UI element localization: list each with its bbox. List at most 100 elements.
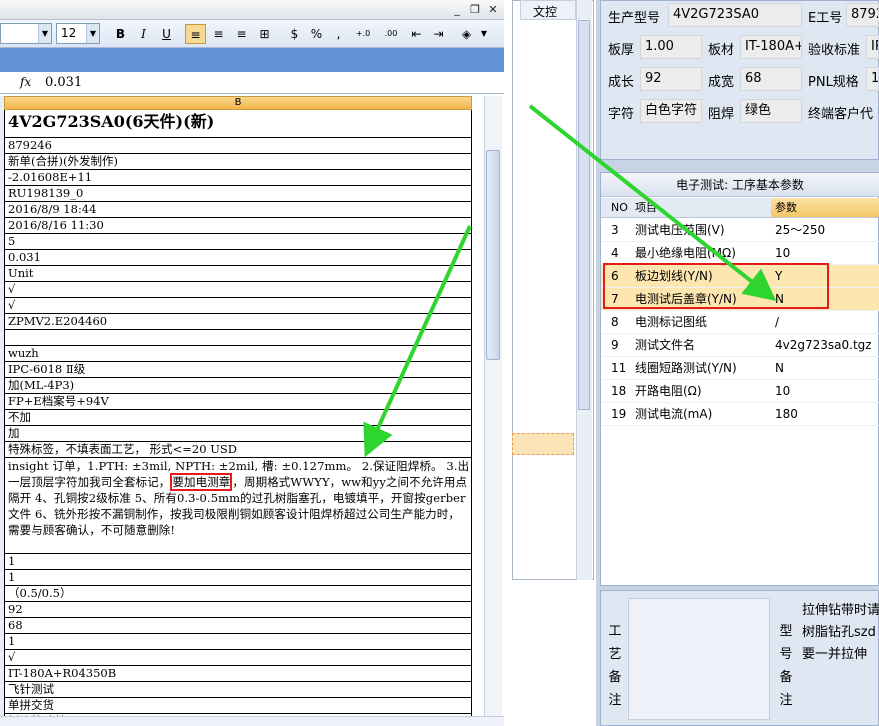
underline-button[interactable]: U xyxy=(156,24,177,44)
middle-selected-row[interactable] xyxy=(512,433,574,455)
sheet-cell[interactable]: RU198139_0 xyxy=(4,186,472,202)
sheet-cell[interactable]: 加(ML-4P3) xyxy=(4,378,472,394)
sheet-cell[interactable]: √ xyxy=(4,298,472,314)
sheet-cell[interactable] xyxy=(4,330,472,346)
params-row[interactable]: 18 开路电阻(Ω) 10 xyxy=(601,380,879,403)
sheet-cell[interactable]: 879246 xyxy=(4,138,472,154)
scrollbar-thumb[interactable] xyxy=(486,150,500,360)
sheet-cell[interactable]: √ xyxy=(4,282,472,298)
field-pnl[interactable]: 1 xyxy=(866,67,879,91)
sheet-cell[interactable]: Unit xyxy=(4,266,472,282)
align-left-button[interactable]: ≡ xyxy=(185,24,206,44)
decrease-indent-button[interactable]: ⇤ xyxy=(406,24,427,44)
fill-color-dropdown-icon[interactable]: ▼ xyxy=(478,24,490,44)
increase-decimal-button[interactable]: +.0 .00 xyxy=(350,24,376,58)
param-item: 测试文件名 xyxy=(635,338,696,352)
italic-button[interactable]: I xyxy=(133,24,154,44)
process-notes-box[interactable] xyxy=(628,598,770,720)
sheet-cell[interactable]: 0.031 xyxy=(4,250,472,266)
field-model[interactable]: 4V2G723SA0 xyxy=(668,3,802,27)
formula-input[interactable]: 0.031 xyxy=(45,75,82,90)
sheet-cell[interactable]: 68 xyxy=(4,618,472,634)
font-name-combo[interactable]: ▼ xyxy=(0,23,52,44)
middle-header[interactable]: 文控 xyxy=(520,0,576,20)
field-material[interactable]: IT-180A+ xyxy=(740,35,802,59)
ribbon-band xyxy=(0,48,504,72)
sheet-cell[interactable]: 不加 xyxy=(4,410,472,426)
param-value: / xyxy=(775,315,780,329)
column-header-b[interactable]: B xyxy=(4,96,472,110)
field-acceptance[interactable]: IP xyxy=(866,35,879,59)
sheet-cell[interactable]: 新单(合拼)(外发制作) xyxy=(4,154,472,170)
label-customer: 终端客户代 xyxy=(808,107,874,122)
header-item[interactable]: 项目 xyxy=(635,198,657,218)
percent-button[interactable]: % xyxy=(306,24,327,44)
close-button[interactable]: ✕ xyxy=(484,1,502,18)
field-eno[interactable]: 8792 xyxy=(846,3,879,27)
sheet-cell[interactable]: FP+E档案号+94V xyxy=(4,394,472,410)
restore-button[interactable]: ❐ xyxy=(466,1,484,18)
param-no: 11 xyxy=(611,361,627,375)
params-row[interactable]: 4 最小绝缘电阻(MΩ) 10 xyxy=(601,242,879,265)
middle-scrollbar-thumb[interactable] xyxy=(578,20,590,410)
comma-button[interactable]: , xyxy=(328,24,349,44)
font-size-combo[interactable]: 12 ▼ xyxy=(56,23,100,44)
label-thickness: 板厚 xyxy=(608,43,635,58)
increase-indent-button[interactable]: ⇥ xyxy=(428,24,449,44)
sheet-cell[interactable]: 4V2G723SA0(6天件)(新) xyxy=(4,110,472,138)
model-notes-text[interactable]: 拉伸钻带时请 树脂钻孔szd 要一并拉伸 xyxy=(802,600,879,666)
param-value: N xyxy=(775,361,784,375)
sheet-cell[interactable]: 1 xyxy=(4,570,472,586)
sheet-cell[interactable]: 1 xyxy=(4,634,472,650)
fill-color-icon[interactable]: ◈ xyxy=(456,24,477,44)
sheet-cell[interactable]: IT-180A+R04350B xyxy=(4,666,472,682)
bold-button[interactable]: B xyxy=(110,24,131,44)
sheet-cell[interactable]: √ xyxy=(4,650,472,666)
sheet-cell[interactable]: insight 订单，1.PTH: ±3mil, NPTH: ±2mil, 槽:… xyxy=(4,458,472,554)
sheet-cell[interactable]: 2016/8/16 11:30 xyxy=(4,218,472,234)
header-no[interactable]: NO xyxy=(611,198,628,218)
fx-icon[interactable]: fx xyxy=(20,75,31,89)
label-pnl: PNL规格 xyxy=(808,75,859,90)
chevron-down-icon[interactable]: ▼ xyxy=(38,24,51,43)
label-character: 字符 xyxy=(608,107,635,122)
sheet-cell[interactable]: -2.01608E+11 xyxy=(4,170,472,186)
align-center-button[interactable]: ≡ xyxy=(208,24,229,44)
decrease-decimal-button[interactable]: .00 +.0 xyxy=(378,24,404,58)
currency-button[interactable]: $ xyxy=(284,24,305,44)
field-length[interactable]: 92 xyxy=(640,67,702,91)
sheet-cell[interactable]: （0.5/0.5） xyxy=(4,586,472,602)
param-item: 线圈短路测试(Y/N) xyxy=(635,361,737,375)
sheet-cell[interactable]: 5 xyxy=(4,234,472,250)
sheet-cell[interactable]: wuzh xyxy=(4,346,472,362)
param-no: 4 xyxy=(611,246,619,260)
field-width[interactable]: 68 xyxy=(740,67,802,91)
minimize-button[interactable]: _ xyxy=(448,1,466,18)
sheet-cell[interactable]: IPC-6018 Ⅱ级 xyxy=(4,362,472,378)
sheet-cell[interactable]: ZPMV2.E204460 xyxy=(4,314,472,330)
param-value: 10 xyxy=(775,246,791,260)
sheet-cell[interactable]: 1 xyxy=(4,554,472,570)
sheet-cell[interactable]: 92 xyxy=(4,602,472,618)
sheet-cell[interactable]: 飞针测试 xyxy=(4,682,472,698)
sheet-cell[interactable]: 单拼交货 xyxy=(4,698,472,714)
vlabel-char: 工 xyxy=(608,624,622,639)
horizontal-scrollbar[interactable] xyxy=(0,716,504,726)
formatting-toolbar: ▼ 12 ▼ B I U ≡ ≡ ≡ ⊞ $ % , +.0 .00 .00 +… xyxy=(0,20,504,58)
field-thickness[interactable]: 1.00 xyxy=(640,35,702,59)
merge-center-button[interactable]: ⊞ xyxy=(254,24,275,44)
sheet-cell[interactable]: 特殊标签，不填表面工艺， 形式<=20 USD xyxy=(4,442,472,458)
params-row[interactable]: 19 测试电流(mA) 180 xyxy=(601,403,879,426)
params-row[interactable]: 11 线圈短路测试(Y/N) N xyxy=(601,357,879,380)
field-character[interactable]: 白色字符 xyxy=(640,99,702,123)
params-row[interactable]: 9 测试文件名 4v2g723sa0.tgz xyxy=(601,334,879,357)
params-row[interactable]: 3 测试电压范围(V) 25～250 xyxy=(601,219,879,242)
chevron-down-icon[interactable]: ▼ xyxy=(86,24,99,43)
header-param[interactable]: 参数 xyxy=(771,198,879,217)
sheet-cell[interactable]: 2016/8/9 18:44 xyxy=(4,202,472,218)
field-solder-mask[interactable]: 绿色 xyxy=(740,99,802,123)
params-row[interactable]: 8 电测标记图纸 / xyxy=(601,311,879,334)
vlabel-char: 型 xyxy=(779,624,793,639)
align-right-button[interactable]: ≡ xyxy=(231,24,252,44)
sheet-cell[interactable]: 加 xyxy=(4,426,472,442)
